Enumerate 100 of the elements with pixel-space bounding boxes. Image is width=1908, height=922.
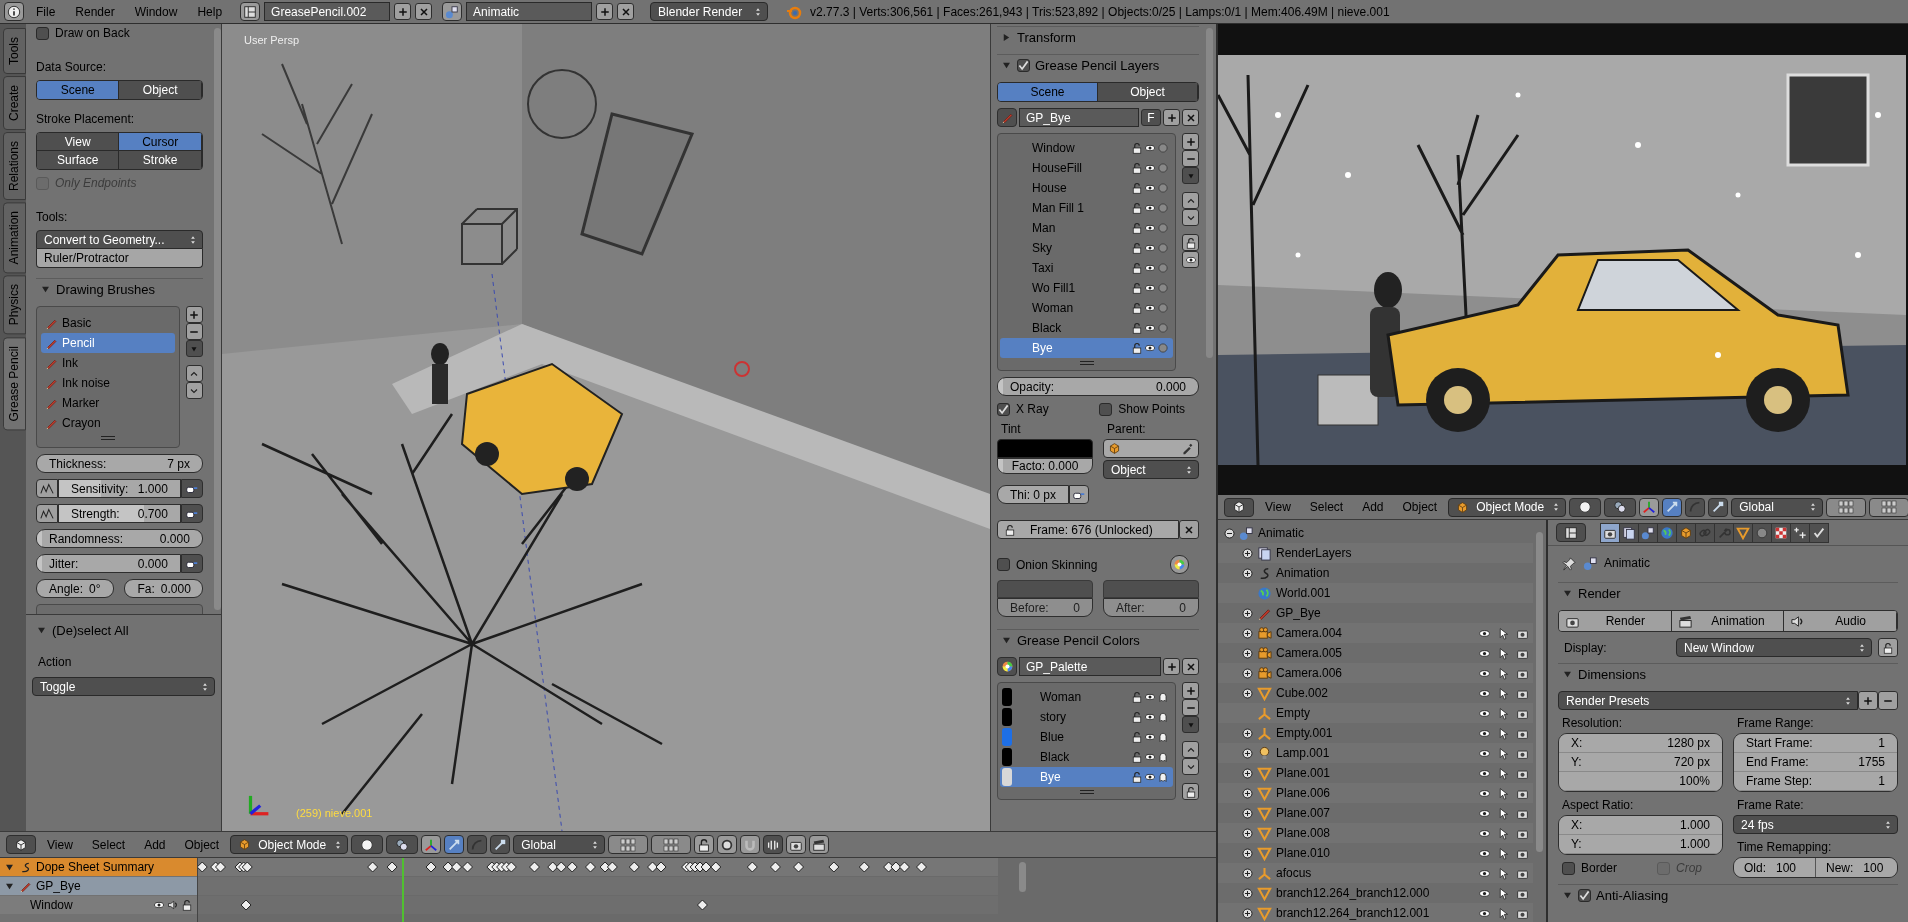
menu-item[interactable]: Object xyxy=(1394,500,1446,514)
palette-name-field[interactable]: GP_Palette xyxy=(1019,657,1161,676)
render-action-button[interactable]: Render xyxy=(1559,611,1672,631)
layer-item[interactable]: House xyxy=(1000,178,1173,198)
channel-row[interactable]: Window xyxy=(0,896,197,914)
layer-item[interactable]: Sky xyxy=(1000,238,1173,258)
menu-item[interactable]: Object xyxy=(176,837,228,852)
source-toggle[interactable]: Scene xyxy=(37,81,120,99)
tool-tab[interactable]: Tools xyxy=(3,28,26,74)
outliner-row[interactable]: RenderLayers xyxy=(1218,543,1533,563)
number-field[interactable]: Before: 0 xyxy=(997,598,1093,617)
outliner-row[interactable]: Camera.004 xyxy=(1218,623,1533,643)
number-field[interactable]: 100% xyxy=(1559,772,1722,791)
source-toggle[interactable]: Scene xyxy=(998,83,1098,101)
color-item[interactable]: story xyxy=(1000,707,1173,727)
tool-tab[interactable]: Grease Pencil xyxy=(3,336,26,431)
layer-item[interactable]: Woman xyxy=(1000,298,1173,318)
frame-rate-dropdown[interactable]: 24 fps xyxy=(1733,815,1898,834)
render-action-button[interactable]: Audio xyxy=(1784,611,1897,631)
tool-tab[interactable]: Relations xyxy=(3,132,26,201)
source-toggle[interactable]: Object xyxy=(119,81,202,99)
number-field[interactable]: Start Frame: 1 xyxy=(1734,734,1897,753)
thickness-field[interactable]: Thickness: 7 px xyxy=(36,454,203,473)
value-slider[interactable]: Sensitivity: 1.000 xyxy=(58,479,181,498)
placement-toggle[interactable]: Cursor xyxy=(119,133,202,151)
number-field[interactable]: X: 1280 px xyxy=(1559,734,1722,753)
brush-item[interactable]: Crayon xyxy=(41,413,175,433)
layer-item[interactable]: HouseFill xyxy=(1000,158,1173,178)
render-presets-dropdown[interactable]: Render Presets xyxy=(1558,691,1858,710)
number-field[interactable]: Y: 1.000 xyxy=(1559,835,1722,854)
channel-row[interactable]: Dope Sheet Summary xyxy=(0,858,197,876)
menu-item[interactable]: Select xyxy=(1301,500,1352,514)
opacity-slider[interactable]: Opacity: 0.000 xyxy=(997,377,1199,396)
placement-toggle[interactable]: Surface xyxy=(37,151,120,169)
value-slider[interactable]: Randomness: 0.000 xyxy=(36,529,203,548)
outliner-row[interactable]: Camera.006 xyxy=(1218,663,1533,683)
menu-item[interactable]: Help xyxy=(189,4,231,19)
orientation-dropdown[interactable]: Global xyxy=(513,835,606,854)
layer-item[interactable]: Taxi xyxy=(1000,258,1173,278)
menu-item[interactable]: Add xyxy=(1354,500,1392,514)
number-field[interactable]: After: 0 xyxy=(1103,598,1199,617)
brush-item[interactable]: Ink noise xyxy=(41,373,175,393)
menu-item[interactable]: Add xyxy=(136,837,174,852)
number-field[interactable]: Frame Step: 1 xyxy=(1734,772,1897,791)
mode-dropdown[interactable]: Object Mode xyxy=(1448,497,1567,517)
fake-user-button[interactable]: F xyxy=(1141,109,1161,126)
layer-item[interactable]: Bye xyxy=(1000,338,1173,358)
color-item[interactable]: Blue xyxy=(1000,727,1173,747)
menu-item[interactable]: View xyxy=(39,837,81,852)
layer-item[interactable]: Man Fill 1 xyxy=(1000,198,1173,218)
number-field[interactable]: Fa: 0.000 xyxy=(124,579,203,598)
value-slider[interactable]: Strength: 0.700 xyxy=(58,504,181,523)
tool-tab[interactable]: Physics xyxy=(3,275,26,335)
number-field[interactable]: X: 1.000 xyxy=(1559,816,1722,835)
outliner-row[interactable]: branch12.264_branch12.001 xyxy=(1218,903,1533,922)
scene-field[interactable]: Animatic xyxy=(466,2,593,21)
tools-dropdown[interactable]: Convert to Geometry... xyxy=(36,230,203,249)
number-field[interactable]: Angle: 0° xyxy=(36,579,115,598)
action-dropdown[interactable]: Toggle xyxy=(32,677,215,696)
layer-item[interactable]: Window xyxy=(1000,138,1173,158)
brush-item[interactable]: Basic xyxy=(41,313,175,333)
orientation-dropdown[interactable]: Global xyxy=(1731,497,1824,517)
thickness-field[interactable]: Thi: 0 px xyxy=(997,485,1069,504)
value-slider[interactable]: Jitter: 0.000 xyxy=(36,554,181,573)
outliner-row[interactable]: Plane.008 xyxy=(1218,823,1533,843)
tool-tab[interactable]: Animation xyxy=(3,202,26,274)
render-engine-dropdown[interactable]: Blender Render xyxy=(650,2,769,21)
outliner-row[interactable]: Plane.006 xyxy=(1218,783,1533,803)
placement-toggle[interactable]: Stroke xyxy=(119,151,202,169)
mode-dropdown[interactable]: Object Mode xyxy=(230,835,349,854)
number-field[interactable]: End Frame: 1755 xyxy=(1734,753,1897,772)
tool-tab[interactable]: Create xyxy=(3,76,26,131)
layer-item[interactable]: Black xyxy=(1000,318,1173,338)
frame-field[interactable]: Frame: 676 (Unlocked) xyxy=(997,520,1179,539)
factor-slider[interactable]: Facto: 0.000 xyxy=(997,458,1093,474)
outliner-row[interactable]: World.001 xyxy=(1218,583,1533,603)
screen-layout-field[interactable]: GreasePencil.002 xyxy=(264,2,391,21)
placement-toggle[interactable]: View xyxy=(37,133,120,151)
parent-type-dropdown[interactable]: Object xyxy=(1103,460,1199,479)
menu-item[interactable]: Render xyxy=(67,4,123,19)
menu-item[interactable]: View xyxy=(1257,500,1299,514)
layer-item[interactable]: Man xyxy=(1000,218,1173,238)
menu-item[interactable]: File xyxy=(28,4,64,19)
number-field[interactable]: Y: 720 px xyxy=(1559,753,1722,772)
channel-row[interactable]: GP_Bye xyxy=(0,877,197,895)
layer-item[interactable]: Wo Fill1 xyxy=(1000,278,1173,298)
display-dropdown[interactable]: New Window xyxy=(1676,638,1872,657)
color-item[interactable]: Black xyxy=(1000,747,1173,767)
ruler-button[interactable]: Ruler/Protractor xyxy=(36,249,203,268)
menu-item[interactable]: Window xyxy=(126,4,186,19)
menu-item[interactable]: Select xyxy=(83,837,134,852)
outliner-row[interactable]: Empty xyxy=(1218,703,1533,723)
brush-item[interactable]: Pencil xyxy=(41,333,175,353)
brush-item[interactable]: Marker xyxy=(41,393,175,413)
gpencil-name-field[interactable]: GP_Bye xyxy=(1019,108,1139,127)
outliner-row[interactable]: afocus xyxy=(1218,863,1533,883)
brush-item[interactable]: Ink xyxy=(41,353,175,373)
color-item[interactable]: Bye xyxy=(1000,767,1173,787)
outliner-row[interactable]: Lamp.001 xyxy=(1218,743,1533,763)
color-item[interactable]: Woman xyxy=(1000,687,1173,707)
